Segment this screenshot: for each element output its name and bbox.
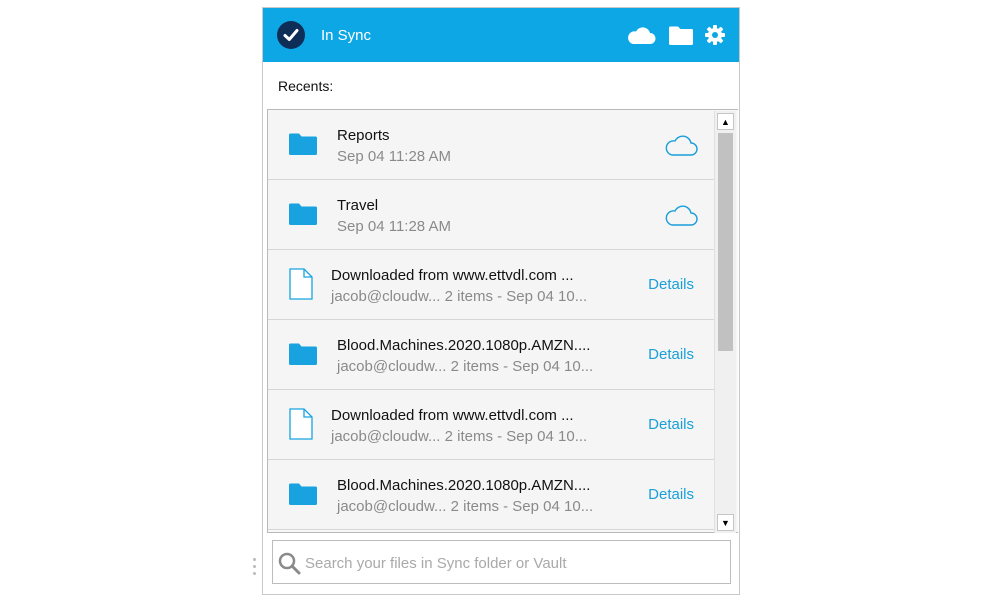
folder-icon <box>289 483 317 505</box>
item-title: Reports <box>337 127 390 144</box>
item-subtitle: jacob@cloudw... 2 items - Sep 04 10... <box>331 288 588 305</box>
search-box[interactable] <box>272 540 731 584</box>
item-subtitle: jacob@cloudw... 2 items - Sep 04 10... <box>337 498 594 515</box>
scroll-down-button[interactable]: ▼ <box>717 514 734 531</box>
gear-icon <box>705 25 725 45</box>
item-title: Blood.Machines.2020.1080p.AMZN.... <box>337 477 591 494</box>
file-icon <box>289 408 313 440</box>
item-subtitle: Sep 04 11:28 AM <box>337 148 451 165</box>
item-title: Downloaded from www.ettvdl.com ... <box>331 407 574 424</box>
item-subtitle: jacob@cloudw... 2 items - Sep 04 10... <box>337 358 594 375</box>
item-subtitle: Sep 04 11:28 AM <box>337 218 451 235</box>
settings-button[interactable] <box>703 23 727 47</box>
recent-item-blood-machines[interactable]: Blood.Machines.2020.1080p.AMZN.... jacob… <box>268 460 714 530</box>
search-input[interactable] <box>303 549 727 577</box>
recent-item-blood-machines[interactable]: Blood.Machines.2020.1080p.AMZN.... jacob… <box>268 320 714 390</box>
recents-label: Recents: <box>278 78 334 94</box>
sync-header: In Sync <box>263 8 739 62</box>
recent-item-download[interactable]: Downloaded from www.ettvdl.com ... jacob… <box>268 250 714 320</box>
item-title: Blood.Machines.2020.1080p.AMZN.... <box>337 337 591 354</box>
folder-icon <box>289 203 317 225</box>
recent-item-travel[interactable]: Travel Sep 04 11:28 AM <box>268 180 714 250</box>
drag-grip-icon[interactable] <box>253 558 257 579</box>
item-title: Downloaded from www.ettvdl.com ... <box>331 267 574 284</box>
folder-icon <box>669 26 693 45</box>
details-link[interactable]: Details <box>648 346 694 363</box>
cloud-button[interactable] <box>625 23 657 47</box>
folder-button[interactable] <box>667 23 695 47</box>
cloud-icon[interactable] <box>664 134 698 163</box>
file-icon <box>289 268 313 300</box>
list-scrollbar[interactable]: ▲ ▼ <box>714 111 736 533</box>
details-link[interactable]: Details <box>648 276 694 293</box>
item-subtitle: jacob@cloudw... 2 items - Sep 04 10... <box>331 428 588 445</box>
recents-list: Reports Sep 04 11:28 AM Travel Sep 04 11… <box>267 109 738 533</box>
item-title: Travel <box>337 197 379 214</box>
cloud-icon <box>628 27 656 44</box>
search-icon <box>278 552 301 575</box>
recent-item-reports[interactable]: Reports Sep 04 11:28 AM <box>268 110 714 180</box>
check-circle-icon <box>277 21 305 49</box>
sync-status-text: In Sync <box>321 27 372 44</box>
scroll-up-button[interactable]: ▲ <box>717 113 734 130</box>
details-link[interactable]: Details <box>648 416 694 433</box>
cloud-icon[interactable] <box>664 204 698 233</box>
recent-item-download[interactable]: Downloaded from www.ettvdl.com ... jacob… <box>268 390 714 460</box>
details-link[interactable]: Details <box>648 486 694 503</box>
scroll-thumb[interactable] <box>718 133 733 351</box>
sync-popup-panel: In Sync Recents: Reports Sep 04 11:28 AM… <box>253 7 740 595</box>
folder-icon <box>289 343 317 365</box>
folder-icon <box>289 133 317 155</box>
